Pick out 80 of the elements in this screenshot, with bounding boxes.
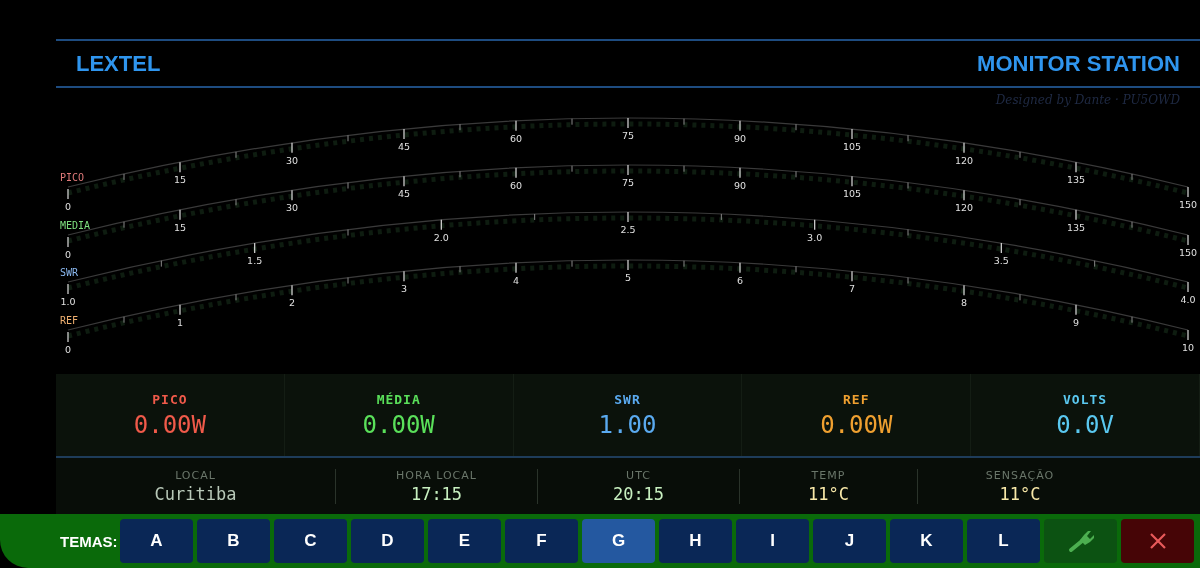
scale-label: 105 <box>842 188 862 200</box>
scale-label: 120 <box>954 202 974 214</box>
theme-button[interactable]: K <box>890 519 963 563</box>
meter-label: MEDIA <box>60 220 91 231</box>
scale-label: 2 <box>289 297 295 309</box>
info-label: TEMP <box>811 468 846 482</box>
reading-value: 1.00 <box>598 410 657 439</box>
reading-label: PICO <box>152 391 188 407</box>
scale-label: 150 <box>1178 199 1198 210</box>
scale-label: 90 <box>733 132 747 144</box>
scale-label: 150 <box>1178 247 1198 258</box>
info-value: 17:15 <box>410 483 463 504</box>
credit-text: Designed by Dante · PU5OWD <box>995 93 1180 107</box>
scale-label: 75 <box>621 177 635 188</box>
scale-label: 60 <box>509 132 523 144</box>
scale-label: 4.0 <box>1180 294 1196 305</box>
meter-label: SWR <box>60 267 79 278</box>
reading-label: MÉDIA <box>376 391 421 407</box>
theme-button[interactable]: B <box>197 519 270 563</box>
scale-label: 4 <box>513 274 519 286</box>
theme-button[interactable]: F <box>505 519 578 563</box>
theme-button[interactable]: I <box>736 519 809 563</box>
scale-label: 105 <box>842 141 862 153</box>
reading-label: SWR <box>614 391 641 407</box>
scale-label: 0 <box>65 201 71 212</box>
reading-label: VOLTS <box>1063 391 1108 407</box>
scale-label: 15 <box>173 174 187 186</box>
scale-label: 9 <box>1073 316 1079 328</box>
scale-label: 1 <box>177 316 183 328</box>
scale-label: 90 <box>733 179 747 191</box>
info-value: Curitiba <box>154 483 237 504</box>
scale-label: 120 <box>954 154 974 166</box>
theme-button[interactable]: L <box>967 519 1040 563</box>
theme-button[interactable]: J <box>813 519 886 563</box>
scale-label: 75 <box>621 130 635 141</box>
scale-label: 5 <box>625 272 631 283</box>
brand-title: LEXTEL <box>76 50 161 77</box>
scale-label: 6 <box>737 274 743 286</box>
scale-label: 45 <box>397 188 411 200</box>
info-label: LOCAL <box>175 468 216 482</box>
reading-value: 0.00W <box>820 410 893 439</box>
scale-label: 30 <box>285 154 299 166</box>
info-value: 11°C <box>808 483 849 504</box>
info-value: 11°C <box>999 483 1041 504</box>
theme-button[interactable]: H <box>659 519 732 563</box>
theme-button[interactable]: E <box>428 519 501 563</box>
scale-label: 2.5 <box>620 224 636 235</box>
info-label: SENSAÇÃO <box>985 468 1055 482</box>
meter-label: REF <box>60 315 79 326</box>
scale-label: 8 <box>961 297 967 309</box>
scale-label: 60 <box>509 179 523 191</box>
scale-label: 45 <box>397 141 411 153</box>
info-label: HORA LOCAL <box>396 468 477 482</box>
scale-label: 3.5 <box>993 255 1009 267</box>
info-label: UTC <box>626 468 651 482</box>
theme-button[interactable]: C <box>274 519 347 563</box>
themes-label: TEMAS: <box>60 532 116 550</box>
theme-button[interactable]: D <box>351 519 424 563</box>
theme-button[interactable]: A <box>120 519 193 563</box>
scale-label: 135 <box>1066 221 1086 233</box>
theme-button[interactable]: G <box>582 519 655 563</box>
scale-label: 1.0 <box>60 296 76 307</box>
scale-label: 7 <box>849 283 855 295</box>
scale-label: 0 <box>65 249 71 260</box>
reading-value: 0.00W <box>362 410 435 439</box>
scale-label: 135 <box>1066 174 1086 186</box>
info-value: 20:15 <box>612 483 665 504</box>
scale-label: 2.0 <box>433 231 449 243</box>
reading-value: 0.0V <box>1056 410 1114 439</box>
scale-label: 3.0 <box>807 231 823 243</box>
scale-label: 15 <box>173 221 187 233</box>
scale-label: 10 <box>1181 342 1195 353</box>
reading-label: REF <box>843 391 870 407</box>
app-title: MONITOR STATION <box>977 50 1180 77</box>
meter-label: PICO <box>60 172 85 183</box>
scale-label: 0 <box>65 344 71 355</box>
scale-label: 3 <box>401 283 407 295</box>
scale-label: 30 <box>285 202 299 214</box>
scale-label: 1.5 <box>247 255 263 267</box>
reading-value: 0.00W <box>133 410 206 439</box>
